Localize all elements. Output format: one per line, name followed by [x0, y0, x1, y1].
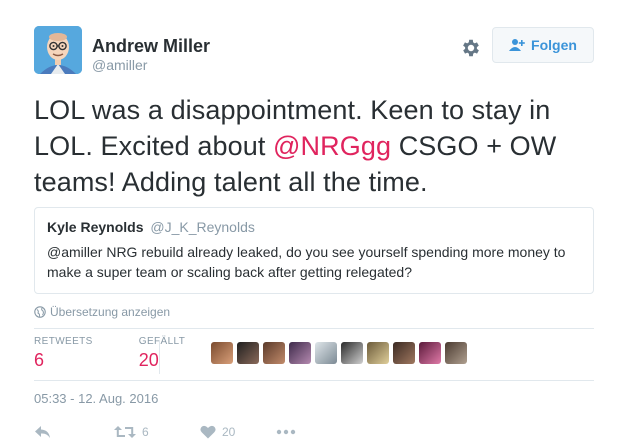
- translate-label: Übersetzung anzeigen: [50, 305, 171, 319]
- retweets-count: 6: [34, 350, 45, 370]
- tweet-timestamp[interactable]: 05:33 - 12. Aug. 2016: [34, 391, 158, 406]
- retweet-icon: [114, 426, 136, 438]
- divider: [34, 380, 594, 381]
- likes-label: GEFÄLLT: [138, 336, 186, 347]
- retweet-button[interactable]: 6: [114, 421, 149, 443]
- globe-icon: [34, 306, 46, 318]
- stats-divider: [159, 340, 160, 374]
- gear-icon[interactable]: [460, 37, 482, 59]
- mention-link[interactable]: @NRGgg: [273, 131, 391, 161]
- quote-text: @amiller NRG rebuild already leaked, do …: [47, 244, 566, 280]
- heart-icon: [200, 425, 216, 439]
- follow-button[interactable]: Folgen: [492, 27, 594, 63]
- follow-label: Folgen: [531, 37, 577, 53]
- tweet-text: LOL was a disappointment. Keen to stay i…: [34, 92, 604, 200]
- likes-count: 20: [138, 350, 159, 370]
- liker-avatar[interactable]: [315, 342, 337, 364]
- quote-author-name: Kyle Reynolds: [47, 219, 144, 235]
- quote-author-handle: @J_K_Reynolds: [150, 219, 255, 235]
- liker-avatar[interactable]: [289, 342, 311, 364]
- like-count: 20: [222, 425, 236, 439]
- tweet-stats: RETWEETS 6 GEFÄLLT 20: [34, 336, 209, 376]
- liker-avatar[interactable]: [341, 342, 363, 364]
- liker-avatar[interactable]: [237, 342, 259, 364]
- likes-stat[interactable]: GEFÄLLT 20: [139, 336, 186, 376]
- translate-link[interactable]: Übersetzung anzeigen: [34, 305, 170, 319]
- quote-header: Kyle Reynolds @J_K_Reynolds: [47, 218, 581, 236]
- author-name[interactable]: Andrew Miller: [92, 36, 210, 57]
- liker-avatar[interactable]: [445, 342, 467, 364]
- avatar[interactable]: [34, 26, 82, 74]
- reply-button[interactable]: [34, 421, 52, 443]
- liker-avatar[interactable]: [367, 342, 389, 364]
- more-icon: [276, 429, 296, 435]
- reply-icon: [35, 426, 50, 438]
- author-handle[interactable]: @amiller: [92, 57, 147, 73]
- liker-avatar[interactable]: [419, 342, 441, 364]
- liker-avatar[interactable]: [263, 342, 285, 364]
- retweets-stat[interactable]: RETWEETS 6: [34, 336, 93, 376]
- likers-avatars: [211, 342, 467, 364]
- liker-avatar[interactable]: [393, 342, 415, 364]
- add-user-icon: [509, 39, 525, 51]
- retweets-label: RETWEETS: [34, 336, 93, 347]
- divider: [34, 328, 594, 329]
- avatar-image: [34, 26, 82, 74]
- liker-avatar[interactable]: [211, 342, 233, 364]
- more-button[interactable]: [276, 421, 296, 443]
- like-button[interactable]: 20: [200, 421, 235, 443]
- retweet-count: 6: [142, 425, 149, 439]
- quoted-tweet[interactable]: Kyle Reynolds @J_K_Reynolds @amiller NRG…: [34, 207, 594, 294]
